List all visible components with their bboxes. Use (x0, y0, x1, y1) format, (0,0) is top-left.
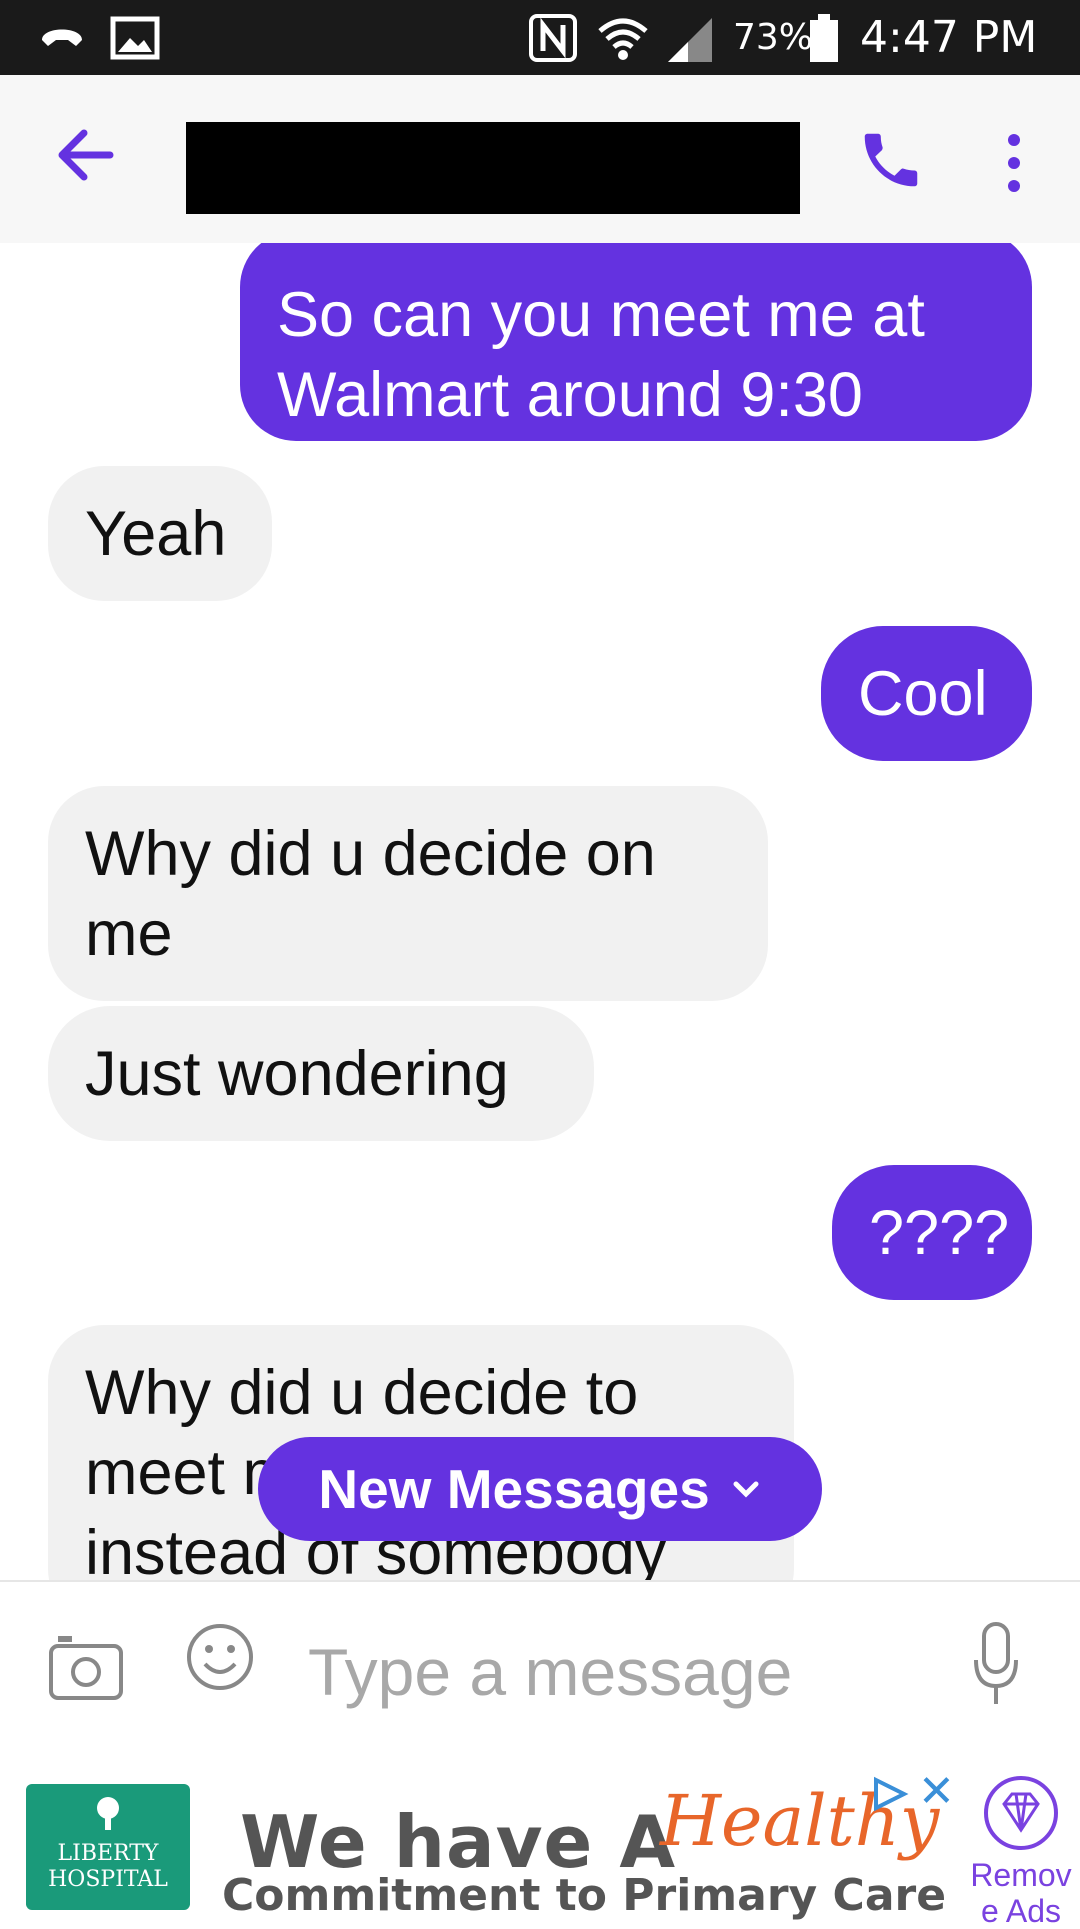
message-bubble-outgoing: Cool (821, 626, 1032, 761)
wifi-icon (596, 0, 650, 75)
message-bubble-incoming: Just wondering (48, 1006, 594, 1141)
image-icon (110, 0, 160, 75)
message-input[interactable] (308, 1627, 938, 1717)
emoji-icon (187, 1624, 253, 1690)
call-button[interactable] (856, 125, 926, 195)
ad-close-button[interactable]: ✕ (918, 1770, 955, 1814)
message-bubble-incoming: Yeah (48, 466, 272, 601)
emoji-button[interactable] (185, 1622, 255, 1692)
microphone-icon (974, 1622, 1018, 1704)
signal-icon (664, 0, 716, 75)
contact-name-redacted (186, 122, 800, 214)
camera-button[interactable] (48, 1632, 126, 1702)
more-options-button[interactable] (984, 123, 1044, 203)
phone-icon (864, 133, 918, 187)
clock: 4:47 PM (860, 12, 1038, 63)
chevron-down-icon (733, 1481, 759, 1498)
camera-icon (49, 1636, 123, 1700)
ad-subline: Commitment to Primary Care (222, 1870, 947, 1921)
diamond-icon (984, 1776, 1058, 1850)
tree-icon (97, 1797, 119, 1830)
nfc-icon (528, 0, 578, 75)
message-bubble-incoming: Why did u decide on me (48, 786, 768, 1001)
conversation-header (0, 75, 1080, 243)
message-list[interactable]: So can you meet me at Walmart around 9:3… (0, 243, 1080, 1580)
battery-percent: 73% (733, 17, 814, 58)
microphone-button[interactable] (972, 1620, 1020, 1708)
message-composer (0, 1580, 1080, 1762)
remove-ads-label-line1: Remov (970, 1857, 1072, 1893)
status-bar: 73% 4:47 PM (0, 0, 1080, 75)
voicemail-icon (36, 0, 88, 75)
remove-ads-button[interactable]: Remov e Ads (962, 1774, 1080, 1929)
message-bubble-outgoing: ???? (832, 1165, 1032, 1300)
remove-ads-label-line2: e Ads (980, 1893, 1062, 1929)
back-button[interactable] (48, 115, 128, 195)
ad-logo: LIBERTY HOSPITAL (26, 1784, 190, 1910)
new-messages-button[interactable]: New Messages (258, 1437, 822, 1541)
battery-icon (808, 0, 840, 75)
message-bubble-outgoing: So can you meet me at Walmart around 9:3… (240, 243, 1032, 441)
adchoices-icon[interactable] (870, 1776, 910, 1812)
ad-logo-line2: HOSPITAL (48, 1867, 168, 1892)
new-messages-label: New Messages (318, 1458, 710, 1520)
ad-logo-line1: LIBERTY (57, 1841, 159, 1866)
arrow-left-icon (58, 129, 114, 181)
more-vertical-icon (1008, 134, 1020, 192)
ad-banner[interactable]: LIBERTY HOSPITAL We have A Healthy Commi… (0, 1760, 1080, 1929)
